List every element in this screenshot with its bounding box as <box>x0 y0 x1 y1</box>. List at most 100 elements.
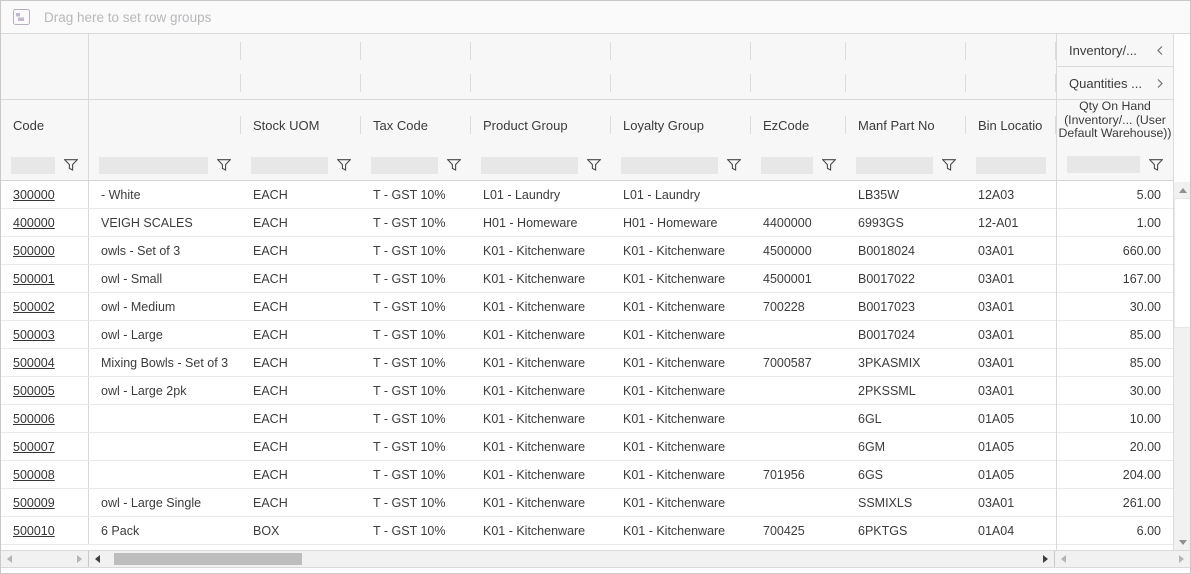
cell-manf_part_no: 6GS <box>846 461 966 488</box>
column-header-product_group[interactable]: Product Group <box>471 100 611 150</box>
filter-input-bin_location[interactable] <box>976 157 1046 174</box>
scroll-right-arrow-disabled[interactable] <box>1173 555 1190 563</box>
column-header-code[interactable]: Code <box>1 100 89 150</box>
code-link[interactable]: 500007 <box>13 440 55 454</box>
cell-stock_uom: EACH <box>241 293 361 320</box>
row-groups-icon <box>13 9 30 25</box>
qty-on-hand-column-header[interactable]: Qty On Hand (Inventory/... (User Default… <box>1057 100 1173 149</box>
column-header-description[interactable] <box>89 100 241 150</box>
cell-product_group: K01 - Kitchenware <box>471 265 611 292</box>
scroll-left-arrow[interactable] <box>89 555 106 563</box>
code-link[interactable]: 500004 <box>13 356 55 370</box>
funnel-icon[interactable] <box>822 159 836 171</box>
scroll-right-arrow[interactable] <box>1037 555 1054 563</box>
table-row: 5000106 PackBOXT - GST 10%K01 - Kitchenw… <box>1 517 1056 545</box>
column-header-manf_part_no[interactable]: Manf Part No <box>846 100 966 150</box>
cell-product_group: K01 - Kitchenware <box>471 489 611 516</box>
funnel-icon[interactable] <box>727 159 741 171</box>
filter-input-loyalty_group[interactable] <box>621 157 718 174</box>
filter-input-description[interactable] <box>99 157 208 174</box>
scroll-down-arrow[interactable] <box>1174 534 1191 550</box>
group-header-quantities[interactable]: Quantities ... <box>1057 67 1173 100</box>
cell-product_group: K01 - Kitchenware <box>471 349 611 376</box>
funnel-icon[interactable] <box>1149 159 1163 171</box>
filter-input-stock_uom[interactable] <box>251 157 328 174</box>
code-link[interactable]: 400000 <box>13 216 55 230</box>
cell-ezcode <box>751 321 846 348</box>
filter-input-product_group[interactable] <box>481 157 578 174</box>
code-link[interactable]: 500003 <box>13 328 55 342</box>
funnel-icon[interactable] <box>217 159 231 171</box>
column-header-stock_uom[interactable]: Stock UOM <box>241 100 361 150</box>
cell-loyalty_group: K01 - Kitchenware <box>611 461 751 488</box>
cell-loyalty_group: K01 - Kitchenware <box>611 265 751 292</box>
code-link[interactable]: 300000 <box>13 188 55 202</box>
left-triangle-icon <box>7 555 12 563</box>
vertical-scrollbar[interactable] <box>1174 182 1191 550</box>
pinned-left-horizontal-scrollbar[interactable] <box>1 551 89 567</box>
qty-on-hand-filter-input[interactable] <box>1067 156 1140 173</box>
code-link[interactable]: 500010 <box>13 524 55 538</box>
cell-qty-on-hand: 6.00 <box>1057 517 1173 545</box>
code-link[interactable]: 500009 <box>13 496 55 510</box>
row-group-drop-panel[interactable]: Drag here to set row groups <box>1 1 1190 34</box>
column-header-tax_code[interactable]: Tax Code <box>361 100 471 150</box>
code-link[interactable]: 500002 <box>13 300 55 314</box>
cell-description <box>89 433 241 460</box>
column-header-label: Manf Part No <box>858 118 935 133</box>
group-header-cell <box>471 67 611 99</box>
cell-description <box>89 461 241 488</box>
column-header-bin_location[interactable]: Bin Locatio <box>966 100 1056 150</box>
horizontal-scrollbar-thumb[interactable] <box>114 553 302 565</box>
scroll-left-arrow-disabled[interactable] <box>1 555 18 563</box>
cell-code: 500006 <box>1 405 89 432</box>
funnel-icon[interactable] <box>587 159 601 171</box>
scroll-up-arrow[interactable] <box>1174 182 1191 198</box>
cell-code: 500004 <box>1 349 89 376</box>
scroll-right-arrow-disabled[interactable] <box>71 555 88 563</box>
pinned-right-horizontal-scrollbar[interactable] <box>1054 551 1190 567</box>
code-link[interactable]: 500001 <box>13 272 55 286</box>
cell-code: 500003 <box>1 321 89 348</box>
funnel-icon[interactable] <box>64 159 78 171</box>
vertical-scrollbar-thumb[interactable] <box>1174 198 1191 328</box>
filter-input-manf_part_no[interactable] <box>856 157 933 174</box>
group-header-inventory[interactable]: Inventory/... <box>1057 34 1173 67</box>
scroll-left-arrow-disabled[interactable] <box>1055 555 1072 563</box>
cell-bin_location: 03A01 <box>966 265 1056 292</box>
code-link[interactable]: 500006 <box>13 412 55 426</box>
collapse-chevron-left-icon[interactable] <box>1156 45 1164 56</box>
filter-input-ezcode[interactable] <box>761 157 813 174</box>
vertical-scrollbar-track[interactable] <box>1174 328 1191 534</box>
cell-ezcode <box>751 489 846 516</box>
code-link[interactable]: 500008 <box>13 468 55 482</box>
cell-code: 500007 <box>1 433 89 460</box>
column-header-loyalty_group[interactable]: Loyalty Group <box>611 100 751 150</box>
cell-loyalty_group: H01 - Homeware <box>611 209 751 236</box>
cell-bin_location: 12-A01 <box>966 209 1056 236</box>
column-header-label: Code <box>13 118 44 133</box>
cell-product_group: K01 - Kitchenware <box>471 321 611 348</box>
cell-bin_location: 01A05 <box>966 461 1056 488</box>
filter-input-tax_code[interactable] <box>371 157 438 174</box>
cell-tax_code: T - GST 10% <box>361 265 471 292</box>
right-triangle-icon <box>1179 555 1184 563</box>
group-header-cell <box>1 34 89 67</box>
main-horizontal-scrollbar[interactable] <box>89 551 1054 567</box>
funnel-icon[interactable] <box>337 159 351 171</box>
code-link[interactable]: 500000 <box>13 244 55 258</box>
cell-loyalty_group: K01 - Kitchenware <box>611 405 751 432</box>
filter-input-code[interactable] <box>11 157 55 174</box>
right-triangle-icon <box>77 555 82 563</box>
cell-description: owl - Large 2pk <box>89 377 241 404</box>
column-header-ezcode[interactable]: EzCode <box>751 100 846 150</box>
cell-qty-on-hand: 167.00 <box>1057 265 1173 293</box>
code-link[interactable]: 500005 <box>13 384 55 398</box>
expand-chevron-right-icon[interactable] <box>1156 78 1164 89</box>
cell-ezcode <box>751 181 846 208</box>
funnel-icon[interactable] <box>447 159 461 171</box>
funnel-icon[interactable] <box>942 159 956 171</box>
qty-on-hand-cells: 5.001.00660.00167.0030.0085.0085.0030.00… <box>1057 181 1173 545</box>
cell-manf_part_no: 6GL <box>846 405 966 432</box>
group-header-cell <box>611 67 751 99</box>
